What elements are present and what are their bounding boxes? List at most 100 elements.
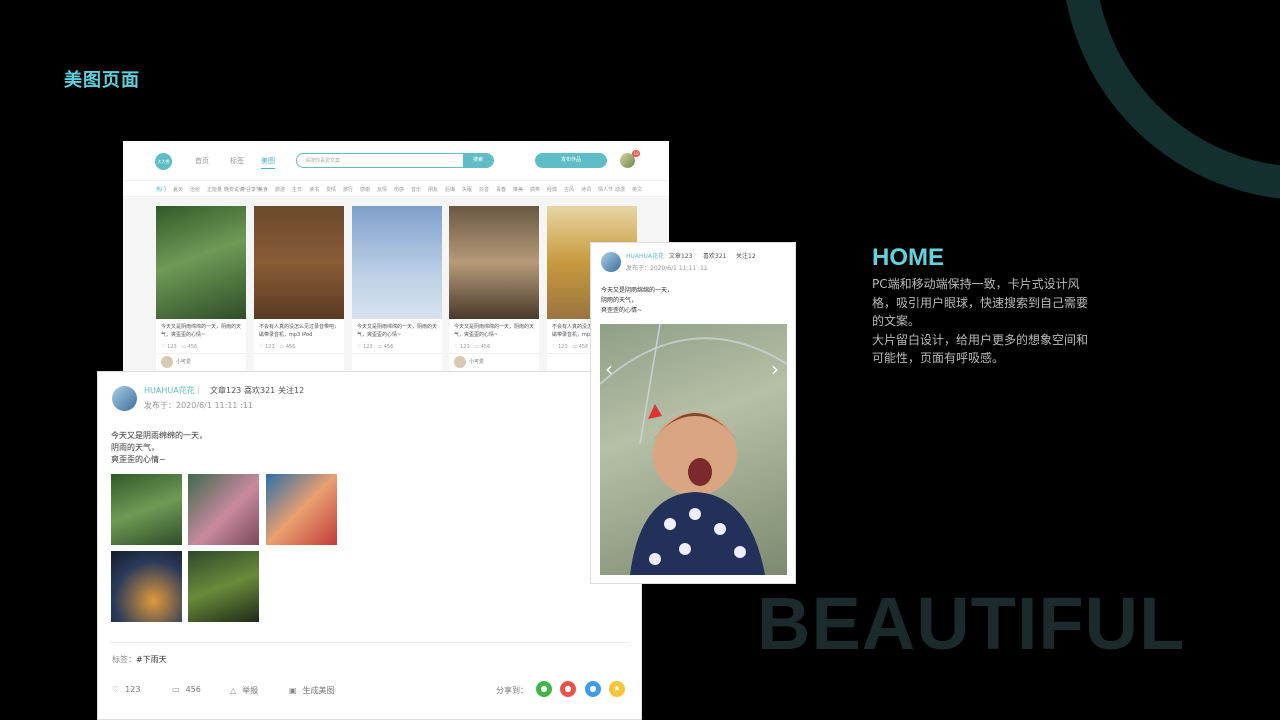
card-text: 今天又是阴雨绵绵的一天，阴雨的天气，爽歪歪的心情~	[357, 324, 438, 338]
post-text: 今天又是阴雨绵绵的一天， 阴雨的天气， 爽歪歪的心情~	[111, 431, 207, 464]
card-grid: 今天又是阴雨绵绵的一天，阴雨的天气，爽歪歪的心情~ ♡ 123 ▭ 456 小可…	[123, 198, 669, 383]
post-text: 今天又是阴雨绵绵的一天， 阴雨的天气， 爽歪歪的心情~	[601, 287, 674, 314]
card-text: 今天又是阴雨绵绵的一天，阴雨的天气，爽歪歪的心情~	[454, 324, 535, 338]
card-text: 不会有人真的没怎么见过录音带吧，磁带录音机，mp3 iPod	[259, 324, 340, 338]
search-button[interactable]: 搜索	[463, 154, 493, 167]
divider: |	[197, 385, 200, 394]
category-item[interactable]: 友情	[377, 186, 387, 193]
post-tags: 标签：#下雨天	[112, 655, 167, 664]
next-arrow-icon[interactable]: ›	[771, 357, 779, 381]
author-name[interactable]: HUAHUA花花	[144, 385, 195, 396]
desktop-mockup: 大大雪 首页 标签 美图 请搜你喜爱文案 搜索 发布作品 10 热门 夏天 治愈 正能…	[123, 141, 669, 383]
avatar[interactable]	[112, 386, 137, 411]
avatar	[161, 356, 173, 368]
main-photo[interactable]	[600, 324, 787, 575]
wechat-icon[interactable]: ●	[536, 681, 552, 697]
category-item[interactable]: 感谢	[360, 186, 370, 193]
page-title: 美图页面	[64, 70, 140, 91]
card[interactable]: 不会有人真的没怎么见过录音带吧，磁带录音机，mp3 iPod ♡ 123 ▭ 4…	[254, 206, 344, 383]
star-icon[interactable]: ★	[609, 681, 625, 697]
prev-arrow-icon[interactable]: ‹	[605, 357, 613, 381]
post-detail-mockup: HUAHUA花花 | 文章123 喜欢321 关注12 发布于：2020/6/1…	[97, 371, 642, 720]
photo-thumbnail[interactable]	[266, 474, 337, 545]
girl-umbrella-illustration	[600, 324, 787, 575]
category-item[interactable]: 古风	[564, 186, 574, 193]
category-item[interactable]: 失眠	[462, 186, 472, 193]
likes-count: 喜欢321	[244, 386, 276, 395]
publish-button[interactable]: 发布作品	[535, 153, 607, 168]
follows-count: 关注12	[278, 386, 305, 395]
category-item[interactable]: 动漫	[615, 186, 625, 193]
category-item[interactable]: 旅游	[275, 186, 285, 193]
photo-thumbnail[interactable]	[111, 551, 182, 622]
category-item[interactable]: 搞笑	[530, 186, 540, 193]
card[interactable]: 今天又是阴雨绵绵的一天，阴雨的天气，爽歪歪的心情~ ♡ 123 ▭ 456 小可…	[449, 206, 539, 383]
category-item[interactable]: 后悔	[445, 186, 455, 193]
card-meta: ♡ 123 ▭ 456	[449, 341, 539, 354]
category-item[interactable]: 热门	[156, 186, 166, 193]
photo-thumbnail[interactable]	[111, 474, 182, 545]
heart-icon: ♡	[112, 685, 120, 694]
card-image	[254, 206, 344, 319]
background-word: BEAUTIFUL	[757, 582, 1186, 665]
avatar[interactable]	[601, 252, 621, 272]
card-meta: ♡ 123 ▭ 456	[254, 341, 344, 354]
generate-image-button[interactable]: ▣ 生成美图	[289, 685, 335, 696]
category-item[interactable]: 抖音	[479, 186, 489, 193]
category-item[interactable]: 英文	[632, 186, 642, 193]
author-name[interactable]: HUAHUA花花	[626, 251, 664, 260]
photo-thumbnail[interactable]	[188, 551, 259, 622]
articles-count: 文章123	[669, 253, 693, 260]
card-image	[449, 206, 539, 319]
category-item[interactable]: 正能量	[207, 186, 222, 193]
card[interactable]: 今天又是阴雨绵绵的一天，阴雨的天气，爽歪歪的心情~ ♡ 123 ▭ 456	[352, 206, 442, 383]
avatar	[454, 356, 466, 368]
category-item[interactable]: 诗词	[581, 186, 591, 193]
category-item[interactable]: 旅行	[343, 186, 353, 193]
card-image	[352, 206, 442, 319]
category-item[interactable]: 治愈	[190, 186, 200, 193]
image-icon: ▣	[289, 686, 297, 695]
warning-icon: △	[230, 686, 237, 695]
search-input[interactable]: 请搜你喜爱文案	[305, 157, 340, 164]
category-item[interactable]: 朋友	[428, 186, 438, 193]
section-heading: HOME	[872, 244, 944, 271]
showcase-slide: 美图页面 大大雪 首页 标签 美图 请搜你喜爱文案 搜索 发布作品 10 热门夏…	[0, 0, 1280, 720]
follows-count: 关注12	[736, 253, 756, 260]
nav-gallery[interactable]: 美图	[261, 156, 275, 169]
category-item[interactable]: 音乐	[411, 186, 421, 193]
card-user: 小可爱	[449, 354, 539, 368]
card-image	[156, 206, 246, 319]
category-item[interactable]: 青春	[496, 186, 506, 193]
nav-home[interactable]: 首页	[195, 156, 209, 166]
category-item[interactable]: 生日	[292, 186, 302, 193]
site-logo[interactable]: 大大雪	[155, 153, 172, 170]
mobile-mockup: HUAHUA花花 | 文章123 喜欢321 关注12 发布于：2020/6/1…	[590, 242, 796, 584]
category-bar: 热门 夏天 治愈 正能量 晚安说说 毕业季节 美食 旅游 生日 读书 爱情 旅行 感谢 友情 伤感 音乐 朋友后…	[123, 181, 669, 197]
photo-thumbnail[interactable]	[188, 474, 259, 545]
divider	[110, 642, 630, 643]
card-text: 今天又是阴雨绵绵的一天，阴雨的天气，爽歪歪的心情~	[161, 324, 242, 338]
search-box[interactable]: 请搜你喜爱文案 搜索	[296, 153, 494, 168]
likes-count: 喜欢321	[703, 253, 727, 260]
weibo-icon[interactable]: ●	[560, 681, 576, 697]
category-item[interactable]: 读书	[309, 186, 319, 193]
category-item[interactable]: 伤感	[394, 186, 404, 193]
category-item[interactable]: 美食	[258, 186, 268, 193]
report-button[interactable]: △ 举报	[230, 685, 258, 696]
desktop-header: 大大雪 首页 标签 美图 请搜你喜爱文案 搜索 发布作品 10	[123, 141, 669, 181]
comment-button[interactable]: ▭ 456	[172, 685, 201, 694]
category-item[interactable]: 唯美	[513, 186, 523, 193]
like-button[interactable]: ♡ 123	[112, 685, 140, 694]
nav-tags[interactable]: 标签	[230, 156, 244, 166]
qq-icon[interactable]: ●	[585, 681, 601, 697]
category-item[interactable]: 爱情	[326, 186, 336, 193]
post-date: 发布于：2020/6/1 11:11 :11	[144, 401, 253, 410]
section-description: PC端和移动端保持一致，卡片式设计风格，吸引用户眼球，快速搜索到自己需要的文案。…	[872, 277, 1089, 365]
category-item[interactable]: 经典	[547, 186, 557, 193]
tag-link[interactable]: #下雨天	[136, 655, 167, 664]
category-item[interactable]: 情人节	[598, 186, 613, 193]
category-item[interactable]: 夏天	[173, 186, 183, 193]
card[interactable]: 今天又是阴雨绵绵的一天，阴雨的天气，爽歪歪的心情~ ♡ 123 ▭ 456 小可…	[156, 206, 246, 383]
comment-icon: ▭	[172, 685, 180, 694]
